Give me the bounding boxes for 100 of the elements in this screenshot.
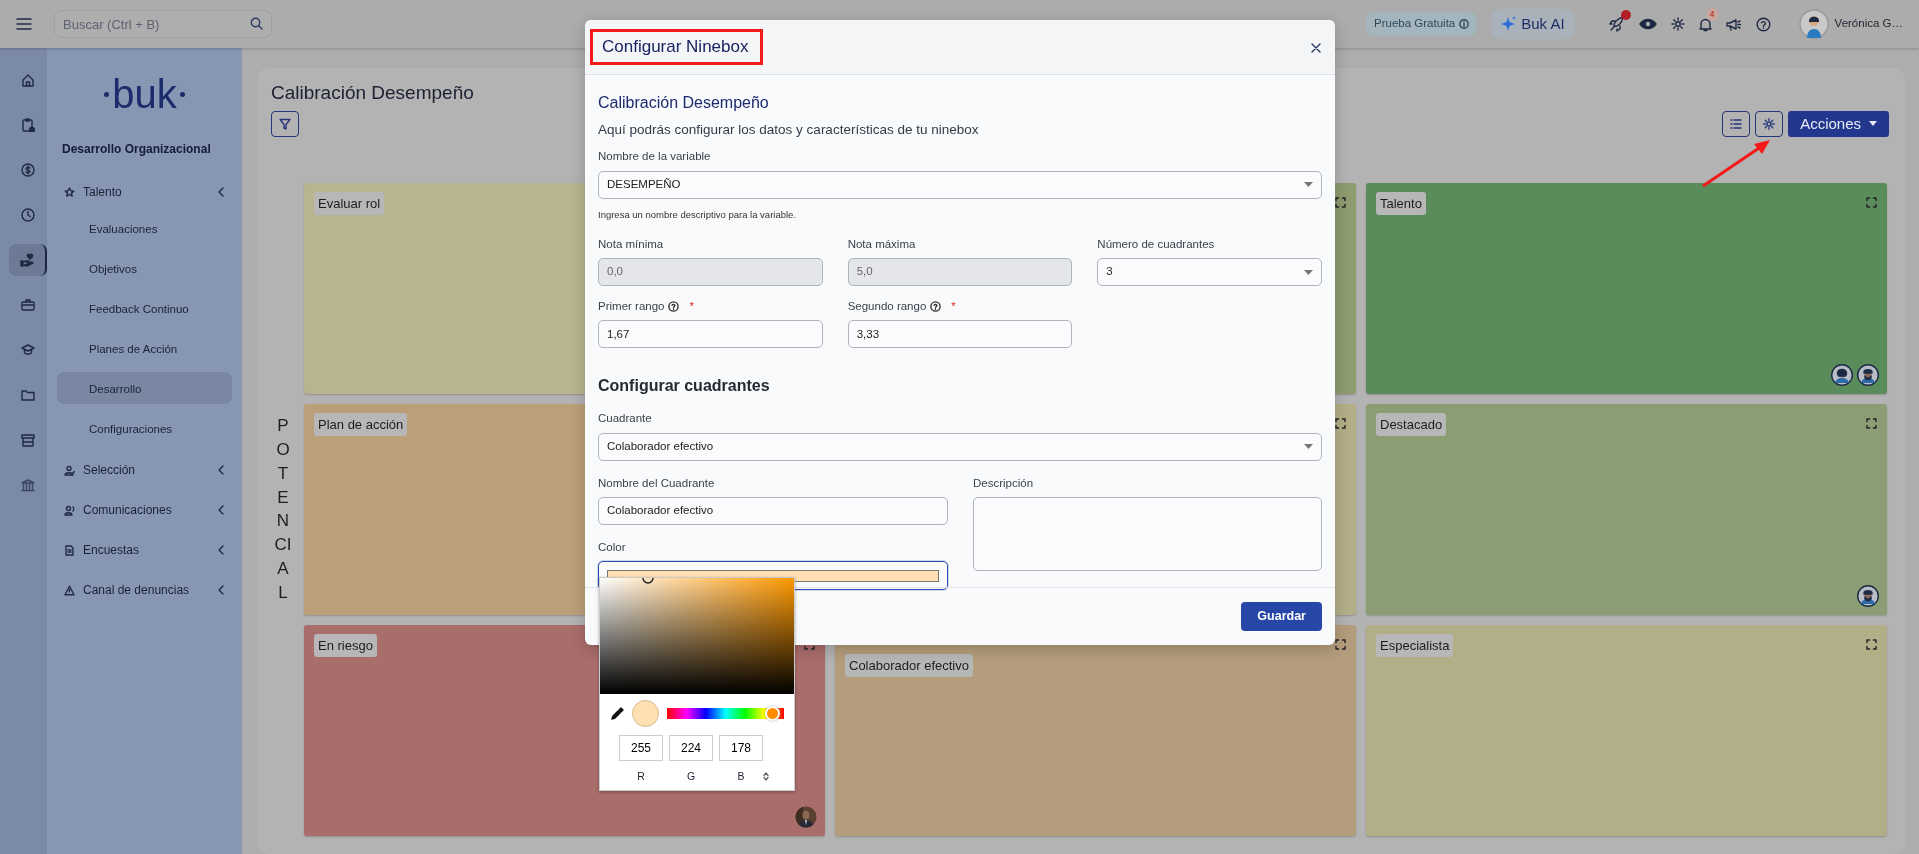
notification-badge: 4	[1706, 7, 1718, 21]
slider-thumb[interactable]	[765, 706, 781, 721]
filter-icon	[279, 117, 291, 130]
select-field[interactable]: Colaborador efectivo	[598, 432, 1322, 461]
toggle-arrows-icon[interactable]	[763, 772, 769, 782]
info-icon	[1459, 19, 1470, 29]
field-label: Número de cuadrantes	[1097, 236, 1215, 252]
settings-icon	[1763, 117, 1776, 130]
sidebar-item[interactable]: Planes de Acción	[57, 332, 232, 364]
search-field[interactable]: Buscar (Ctrl + B)	[54, 10, 272, 38]
select-field[interactable]: DESEMPEÑO	[598, 170, 1322, 199]
input-field[interactable]: 1,67	[598, 320, 823, 349]
sidebar-item[interactable]: Talento	[52, 176, 237, 208]
sidebar-item[interactable]: Desarrollo	[57, 372, 232, 404]
trial-badge: Prueba Gratuita	[1366, 12, 1478, 36]
close-icon	[1311, 42, 1321, 53]
user-name[interactable]: Verónica G…	[1834, 15, 1903, 33]
caret-icon	[1304, 182, 1313, 187]
section-title: Configurar cuadrantes	[598, 376, 771, 397]
quadrant-label: Destacado	[1376, 412, 1447, 437]
color-value-input[interactable]: 224	[669, 735, 713, 761]
sidebar-item[interactable]: Objetivos	[57, 252, 232, 284]
field-label: Nota máxima	[847, 236, 916, 252]
sidebar-item[interactable]: Canal de denuncias	[52, 574, 237, 606]
actions-button[interactable]: Acciones	[1788, 110, 1889, 137]
megaphone-icon[interactable]	[1725, 17, 1742, 31]
home-icon	[21, 73, 35, 87]
required-mark: *	[951, 299, 956, 314]
list-view-button[interactable]	[1722, 110, 1751, 137]
channel-label: G	[685, 769, 697, 784]
annotation-arrow	[1702, 140, 1770, 188]
chevron-left-icon	[217, 465, 225, 475]
dollar-icon	[21, 163, 35, 177]
save-button[interactable]: Guardar	[1241, 602, 1322, 631]
eye-icon[interactable]	[1638, 18, 1657, 30]
settings-icon[interactable]	[1670, 17, 1685, 31]
select-field[interactable]: 3	[1097, 258, 1322, 286]
folder-icon	[21, 388, 35, 402]
nav-rail-button[interactable]	[9, 244, 47, 276]
caret-icon	[1304, 444, 1313, 449]
search-icon[interactable]	[250, 17, 263, 30]
avatar-icon[interactable]	[1798, 9, 1829, 39]
required-mark: *	[689, 299, 694, 314]
help-text: Ingresa un nombre descriptivo para la variable.	[598, 207, 798, 222]
input-field[interactable]: 3,33	[847, 320, 1073, 349]
eyedropper-icon[interactable]	[611, 707, 624, 720]
sidebar-item[interactable]: Evaluaciones	[57, 212, 232, 244]
channel-label: R	[636, 769, 646, 784]
hand-heart-icon	[20, 253, 34, 267]
star-icon	[64, 186, 75, 198]
warning-icon	[64, 584, 75, 596]
woman-avatar-icon	[1831, 363, 1853, 386]
help-icon	[668, 301, 680, 313]
description-text: Aquí podrás configurar los datos y características de tu ninebox	[598, 121, 980, 139]
sidebar-item[interactable]: Encuestas	[52, 534, 237, 566]
notification-dot	[1620, 10, 1631, 20]
clipboard-icon	[21, 118, 35, 132]
man-avatar-icon	[1857, 584, 1879, 607]
clock-icon	[21, 208, 35, 222]
field-label: Nombre del Cuadrante	[598, 475, 715, 491]
hue-slider[interactable]	[667, 708, 784, 719]
sparkle-icon	[1501, 16, 1518, 32]
quadrant-label: Evaluar rol	[314, 191, 385, 216]
logo-dot-icon	[179, 91, 185, 97]
color-gradient[interactable]	[600, 578, 794, 694]
ai-button[interactable]: Buk AI	[1491, 8, 1575, 40]
expand-icon[interactable]	[1866, 417, 1877, 429]
field-label: Nombre de la variable	[598, 149, 711, 165]
field-label: Cuadrante	[598, 411, 652, 427]
bell-icon[interactable]	[1698, 16, 1712, 32]
textarea-field[interactable]	[973, 496, 1322, 571]
filter-button[interactable]	[271, 110, 299, 137]
quadrant-label: Colaborador efectivo	[845, 653, 973, 678]
expand-icon[interactable]	[1335, 638, 1346, 650]
graduation-cap-icon	[21, 343, 35, 357]
rocket-icon[interactable]	[1608, 16, 1625, 32]
sidebar-item[interactable]: Selección	[52, 454, 237, 486]
quadrant-label: En riesgo	[314, 633, 377, 658]
logo: buk	[112, 71, 177, 118]
help-icon[interactable]	[1755, 16, 1771, 32]
sidebar-item[interactable]: Comunicaciones	[52, 494, 237, 526]
quadrant-label: Talento	[1376, 191, 1426, 216]
caret-icon	[1304, 269, 1313, 275]
color-value-input[interactable]: 178	[719, 735, 763, 761]
channel-label: B	[736, 769, 746, 784]
expand-icon[interactable]	[1335, 196, 1346, 208]
sidebar-item[interactable]: Feedback Continuo	[57, 292, 232, 324]
input-field: 5,0	[847, 258, 1073, 286]
document-icon	[64, 544, 75, 556]
expand-icon[interactable]	[1866, 638, 1877, 650]
page-title: Calibración Desempeño	[271, 82, 474, 105]
bank-icon	[21, 478, 35, 492]
expand-icon[interactable]	[1866, 196, 1877, 208]
menu-icon[interactable]	[16, 18, 32, 30]
settings-button[interactable]	[1755, 110, 1784, 137]
expand-icon[interactable]	[1335, 417, 1346, 429]
sidebar-item[interactable]: Configuraciones	[57, 412, 232, 444]
input-field[interactable]: Colaborador efectivo	[598, 496, 948, 525]
person-icon	[64, 464, 75, 476]
color-value-input[interactable]: 255	[619, 735, 663, 761]
